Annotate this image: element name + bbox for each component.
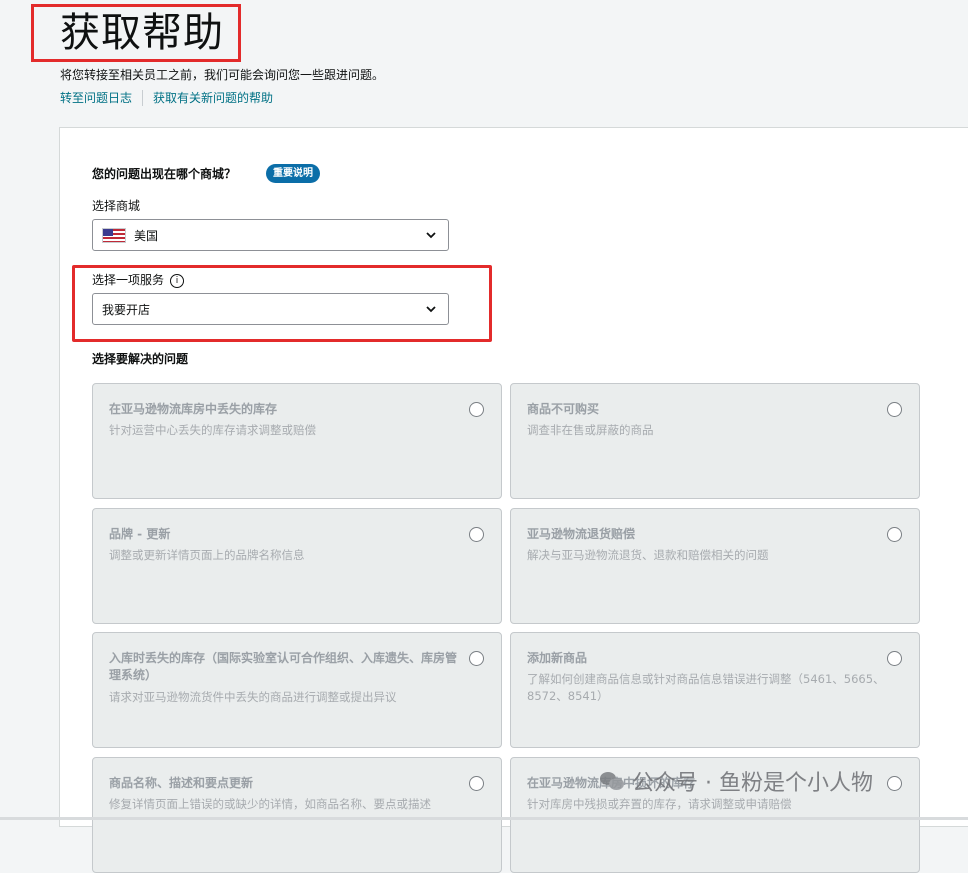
info-icon[interactable]: i [170, 274, 185, 288]
issue-title: 商品名称、描述和要点更新 [109, 776, 254, 790]
issue-title: 亚马逊物流退货赔偿 [527, 527, 636, 541]
radio-button[interactable] [469, 527, 484, 542]
issue-title: 在亚马逊物流库房中丢失的库存 [109, 402, 278, 416]
issue-title: 入库时丢失的库存（国际实验室认可合作组织、入库遗失、库房管理系统） [109, 651, 458, 682]
marketplace-value: 美国 [134, 228, 159, 243]
issue-tile[interactable]: 品牌 - 更新 调整或更新详情页面上的品牌名称信息 [92, 508, 502, 624]
issue-description: 调查非在售或屏蔽的商品 [527, 423, 654, 437]
radio-button[interactable] [887, 402, 902, 417]
issue-description: 了解如何创建商品信息或针对商品信息错误进行调整（5461、5665、8572、8… [527, 672, 885, 703]
marketplace-label: 选择商城 [92, 199, 141, 213]
issue-title: 添加新商品 [527, 651, 588, 665]
important-note-badge[interactable]: 重要说明 [266, 164, 320, 183]
issue-tile[interactable]: 入库时丢失的库存（国际实验室认可合作组织、入库遗失、库房管理系统） 请求对亚马逊… [92, 632, 502, 748]
radio-button[interactable] [469, 402, 484, 417]
case-log-link[interactable]: 转至问题日志 [60, 89, 132, 106]
radio-button[interactable] [887, 776, 902, 791]
issue-title: 商品不可购买 [527, 402, 600, 416]
marketplace-question: 您的问题出现在哪个商城？ [92, 167, 237, 181]
issue-title: 品牌 - 更新 [109, 527, 171, 541]
issue-tile[interactable]: 商品不可购买 调查非在售或屏蔽的商品 [510, 383, 920, 499]
issue-tile[interactable]: 亚马逊物流退货赔偿 解决与亚马逊物流退货、退款和赔偿相关的问题 [510, 508, 920, 624]
page-subtitle: 将您转接至相关员工之前，我们可能会询问您一些跟进问题。 [60, 68, 385, 82]
issue-tile[interactable]: 在亚马逊物流库房中丢失的库存 针对运营中心丢失的库存请求调整或赔偿 [92, 383, 502, 499]
wechat-watermark: 公众号 · 鱼粉是个小人物 [600, 765, 873, 797]
page-title: 获取帮助 [60, 10, 224, 56]
chevron-down-icon [426, 232, 436, 239]
issue-description: 针对库房中残损或弃置的库存，请求调整或申请赔偿 [527, 797, 792, 811]
service-select[interactable]: 我要开店 [92, 293, 449, 325]
issue-description: 调整或更新详情页面上的品牌名称信息 [109, 548, 305, 562]
issue-description: 针对运营中心丢失的库存请求调整或赔偿 [109, 423, 316, 437]
marketplace-select[interactable]: 美国 [92, 219, 449, 251]
wechat-icon [600, 770, 626, 792]
header-links: 转至问题日志 获取有关新问题的帮助 [60, 89, 273, 106]
service-value: 我要开店 [102, 302, 151, 317]
radio-button[interactable] [887, 527, 902, 542]
issue-tile[interactable]: 商品名称、描述和要点更新 修复详情页面上错误的或缺少的详情，如商品名称、要点或描… [92, 757, 502, 873]
radio-button[interactable] [887, 651, 902, 666]
issue-tile[interactable]: 添加新商品 了解如何创建商品信息或针对商品信息错误进行调整（5461、5665、… [510, 632, 920, 748]
watermark-text: 公众号 · 鱼粉是个小人物 [632, 771, 873, 796]
chevron-down-icon [426, 306, 436, 313]
service-label: 选择一项服务 [92, 273, 165, 287]
issues-section-label: 选择要解决的问题 [92, 352, 189, 366]
us-flag-icon [102, 227, 126, 243]
issue-description: 请求对亚马逊物流货件中丢失的商品进行调整或提出异议 [109, 690, 397, 704]
link-divider [142, 89, 144, 106]
new-issue-help-link[interactable]: 获取有关新问题的帮助 [153, 89, 273, 106]
issue-description: 修复详情页面上错误的或缺少的详情，如商品名称、要点或描述 [109, 797, 431, 811]
issue-description: 解决与亚马逊物流退货、退款和赔偿相关的问题 [527, 548, 769, 562]
service-label-row: 选择一项服务 i [92, 271, 185, 288]
radio-button[interactable] [469, 651, 484, 666]
radio-button[interactable] [469, 776, 484, 791]
